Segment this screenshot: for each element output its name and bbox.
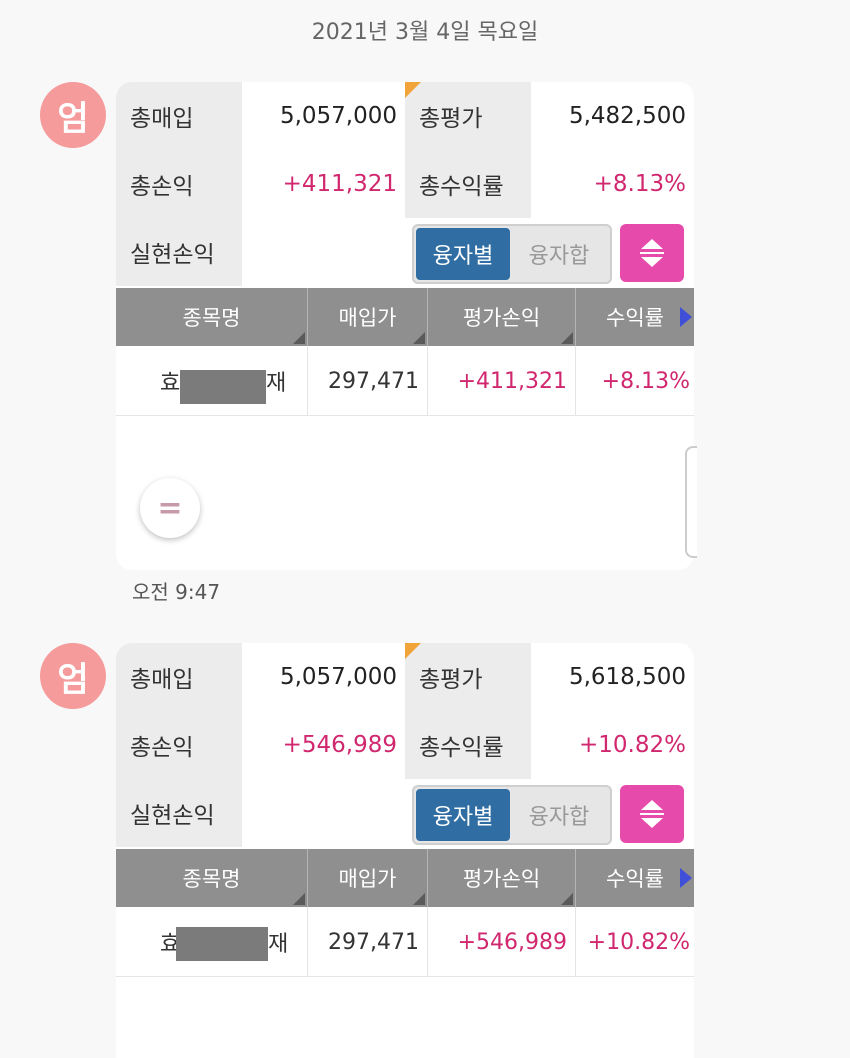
col-pl[interactable]: 평가손익 [428, 849, 576, 907]
buy-price-cell: 297,471 [308, 907, 428, 977]
avatar[interactable]: 엄 [40, 643, 106, 709]
corner-flag-icon [405, 82, 421, 98]
realized-pl-label: 실현손익 [116, 218, 242, 286]
summary-row-1: 총매입 5,057,000 총평가 5,618,500 [116, 643, 694, 711]
total-eval-value: 5,618,500 [531, 643, 694, 711]
toggle-loan-sum[interactable]: 융자합 [510, 228, 608, 280]
col-name[interactable]: 종목명 [116, 288, 308, 346]
corner-flag-icon [405, 643, 421, 659]
total-buy-value: 5,057,000 [242, 82, 405, 150]
table-header: 종목명 매입가 평가손익 수익률 [116, 288, 694, 346]
sort-up-down-icon [640, 239, 664, 267]
sort-mark-icon [561, 893, 573, 905]
stock-name-cell: 효 재 [116, 907, 308, 977]
pl-cell: +546,989 [428, 907, 576, 977]
portfolio-card: 총매입 5,057,000 총평가 5,618,500 총손익 +546,989… [116, 643, 694, 1058]
col-return[interactable]: 수익률 [576, 849, 694, 907]
realized-pl-value [242, 779, 405, 847]
return-cell: +10.82% [587, 929, 690, 955]
portfolio-card: 총매입 5,057,000 총평가 5,482,500 총손익 +411,321… [116, 82, 694, 570]
sort-mark-icon [561, 332, 573, 344]
total-return-label: 총수익률 [405, 150, 531, 218]
redacted-block [180, 370, 266, 404]
loan-toggle[interactable]: 융자별 융자합 [412, 224, 612, 284]
side-panel-edge[interactable] [685, 446, 697, 558]
table-row[interactable]: 효 재 297,471 +546,989 +10.82% [116, 907, 694, 977]
redacted-block [176, 927, 268, 961]
sort-mark-icon [413, 332, 425, 344]
toggle-loan-sum[interactable]: 융자합 [510, 789, 608, 841]
summary-row-3: 실현손익 융자별 융자합 [116, 218, 694, 286]
sort-mark-icon [293, 893, 305, 905]
avatar[interactable]: 엄 [40, 82, 106, 148]
sort-mark-icon [293, 332, 305, 344]
total-buy-label: 총매입 [116, 643, 242, 711]
loan-toggle[interactable]: 융자별 융자합 [412, 785, 612, 845]
buy-price-cell: 297,471 [308, 346, 428, 416]
sort-up-down-icon [640, 800, 664, 828]
total-eval-value: 5,482,500 [531, 82, 694, 150]
summary-row-2: 총손익 +411,321 총수익률 +8.13% [116, 150, 694, 218]
stock-name-cell: 효 재 [116, 346, 308, 416]
next-column-arrow-icon[interactable] [680, 307, 692, 327]
total-pl-label: 총손익 [116, 711, 242, 779]
total-return-value: +8.13% [531, 150, 694, 218]
table-row[interactable]: 효 재 297,471 +411,321 +8.13% [116, 346, 694, 416]
total-pl-value: +411,321 [242, 150, 405, 218]
col-pl[interactable]: 평가손익 [428, 288, 576, 346]
sort-button[interactable] [620, 785, 684, 843]
summary-row-1: 총매입 5,057,000 총평가 5,482,500 [116, 82, 694, 150]
total-eval-label: 총평가 [405, 643, 531, 711]
date-header: 2021년 3월 4일 목요일 [311, 20, 539, 45]
realized-pl-value [242, 218, 405, 286]
col-buy-price[interactable]: 매입가 [308, 288, 428, 346]
return-cell: +8.13% [601, 368, 690, 394]
total-pl-label: 총손익 [116, 150, 242, 218]
col-buy-price[interactable]: 매입가 [308, 849, 428, 907]
realized-pl-label: 실현손익 [116, 779, 242, 847]
next-column-arrow-icon[interactable] [680, 868, 692, 888]
summary-row-2: 총손익 +546,989 총수익률 +10.82% [116, 711, 694, 779]
toggle-by-loan[interactable]: 융자별 [416, 228, 510, 280]
total-buy-label: 총매입 [116, 82, 242, 150]
total-return-label: 총수익률 [405, 711, 531, 779]
sort-button[interactable] [620, 224, 684, 282]
total-buy-value: 5,057,000 [242, 643, 405, 711]
sort-mark-icon [413, 893, 425, 905]
total-eval-label: 총평가 [405, 82, 531, 150]
total-return-value: +10.82% [531, 711, 694, 779]
col-name[interactable]: 종목명 [116, 849, 308, 907]
message-time: 오전 9:47 [132, 580, 221, 604]
summary-row-3: 실현손익 융자별 융자합 [116, 779, 694, 847]
pl-cell: +411,321 [428, 346, 576, 416]
menu-button[interactable]: = [140, 478, 200, 538]
total-pl-value: +546,989 [242, 711, 405, 779]
col-return[interactable]: 수익률 [576, 288, 694, 346]
toggle-by-loan[interactable]: 융자별 [416, 789, 510, 841]
table-header: 종목명 매입가 평가손익 수익률 [116, 849, 694, 907]
